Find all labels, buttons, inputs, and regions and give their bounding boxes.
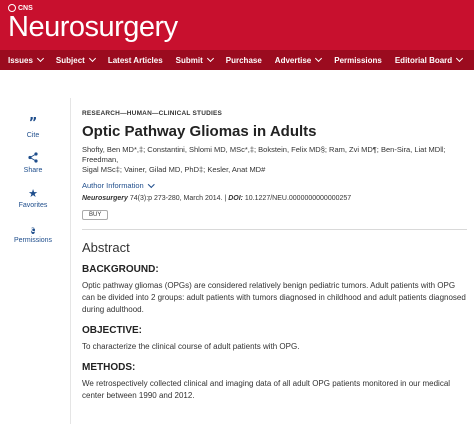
- journal-logo[interactable]: Neurosurgery: [8, 12, 178, 42]
- abstract-section-heading: OBJECTIVE:: [82, 325, 143, 336]
- sidebar-item-favorites[interactable]: ★ Favorites: [10, 187, 56, 209]
- nav-item-advertise[interactable]: Advertise: [267, 54, 326, 65]
- doi-value[interactable]: 10.1227/NEU.0000000000000257: [243, 195, 351, 202]
- article-content: RESEARCH—HUMAN—CLINICAL STUDIES Optic Pa…: [82, 110, 467, 402]
- sidebar-item-cite[interactable]: ” Cite: [10, 117, 56, 139]
- article-title: Optic Pathway Gliomas in Adults: [82, 123, 317, 140]
- author-information-toggle[interactable]: Author Information: [82, 180, 467, 190]
- doi-label: DOI:: [228, 195, 243, 202]
- article-tools-sidebar: ” Cite Share ★ Favorites C Permissions: [10, 117, 56, 257]
- article-kicker: RESEARCH—HUMAN—CLINICAL STUDIES: [82, 110, 223, 117]
- sidebar-item-permissions[interactable]: C Permissions: [10, 222, 56, 244]
- chevron-down-icon: [206, 54, 214, 63]
- nav-item-label: Latest Articles: [107, 55, 163, 65]
- abstract-heading: Abstract: [82, 240, 130, 255]
- nav-item-label: Advertise: [274, 55, 312, 65]
- nav-item-label: Submit: [175, 55, 203, 65]
- nav-item-latest-articles[interactable]: Latest Articles: [100, 56, 168, 65]
- chevron-down-icon: [36, 54, 44, 63]
- sidebar-divider: [70, 98, 71, 424]
- nav-item-label: Permissions: [334, 55, 382, 65]
- nav-item-label: Issues: [8, 55, 33, 65]
- site-header: CNS Neurosurgery: [0, 0, 474, 50]
- nav-item-submit[interactable]: Submit: [168, 54, 218, 65]
- buy-button[interactable]: BUY: [82, 210, 109, 220]
- nav-item-label: Purchase: [225, 55, 262, 65]
- chevron-down-icon: [88, 54, 96, 63]
- nav-item-label: Subject: [55, 55, 85, 65]
- sidebar-item-label: Permissions: [13, 237, 53, 244]
- star-icon: ★: [28, 187, 38, 200]
- journal-name: Neurosurgery: [82, 195, 128, 202]
- nav-item-editorial-board[interactable]: Editorial Board: [387, 54, 467, 65]
- author-line[interactable]: Sigal MSc‡; Vainer, Gilad MD, PhD‡; Kesl…: [82, 165, 467, 175]
- author-list: Shofty, Ben MD*,‡; Constantini, Shlomi M…: [82, 145, 467, 175]
- copyright-icon: C: [30, 227, 36, 234]
- nav-item-subject[interactable]: Subject: [48, 54, 100, 65]
- citation-volume: 74(3):p 273-280, March 2014. |: [127, 195, 229, 202]
- abstract-section-heading: METHODS:: [82, 362, 136, 373]
- citation-line: Neurosurgery 74(3):p 273-280, March 2014…: [82, 195, 467, 202]
- nav-item-permissions[interactable]: Permissions: [326, 56, 387, 65]
- author-information-label: Author Information: [82, 181, 144, 190]
- abstract-section-text: To characterize the clinical course of a…: [82, 342, 300, 351]
- chevron-down-icon: [147, 180, 155, 188]
- nav-item-issues[interactable]: Issues: [0, 54, 48, 65]
- sidebar-item-share[interactable]: Share: [10, 152, 56, 174]
- nav-item-purchase[interactable]: Purchase: [218, 56, 267, 65]
- abstract-section-heading: BACKGROUND:: [82, 264, 159, 275]
- sidebar-item-label: Cite: [26, 132, 40, 139]
- quote-icon: ”: [28, 116, 38, 131]
- chevron-down-icon: [456, 54, 464, 63]
- main-nav: Issues Subject Latest Articles Submit Pu…: [0, 50, 474, 70]
- abstract-section-text: Optic pathway gliomas (OPGs) are conside…: [82, 281, 466, 314]
- section-divider: [82, 229, 467, 230]
- chevron-down-icon: [315, 54, 323, 63]
- abstract-section-text: We retrospectively collected clinical an…: [82, 379, 451, 400]
- sidebar-item-label: Share: [23, 167, 43, 174]
- author-line[interactable]: Shofty, Ben MD*,‡; Constantini, Shlomi M…: [82, 145, 467, 165]
- share-icon: [28, 152, 38, 165]
- nav-item-label: Editorial Board: [394, 55, 453, 65]
- sidebar-item-label: Favorites: [18, 202, 48, 209]
